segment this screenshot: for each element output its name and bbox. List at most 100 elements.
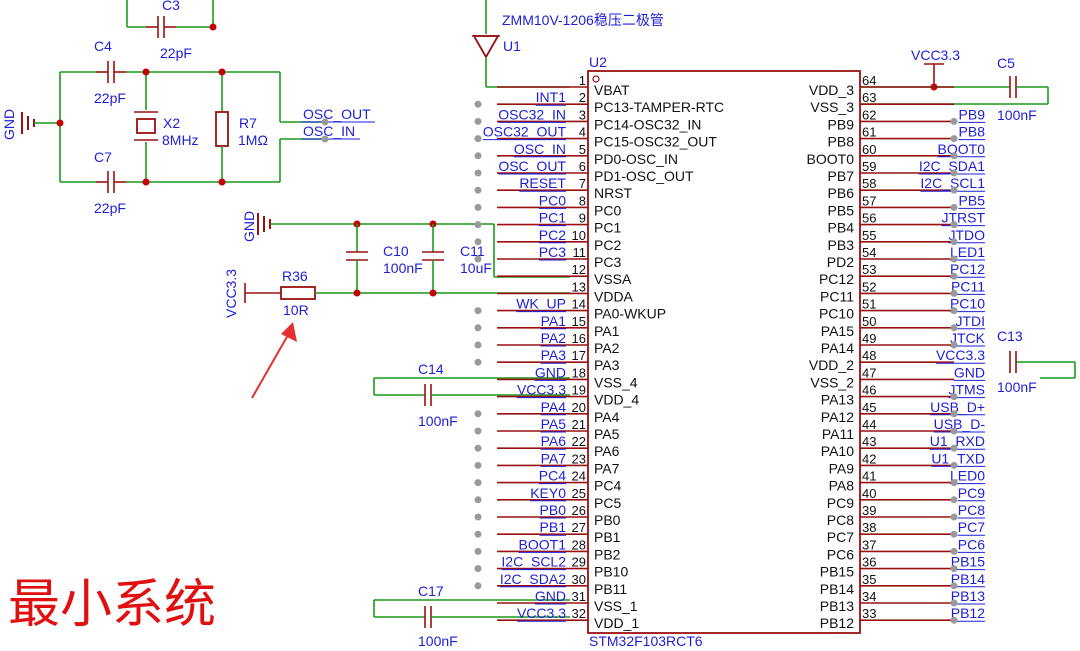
pin-number-left-13: 13 <box>572 279 586 294</box>
pin-name-left-21: PA5 <box>594 426 620 442</box>
pin-name-left-18: VSS_4 <box>594 374 638 390</box>
pin-number-left-2: 2 <box>579 90 586 105</box>
net-label-right-37: PC6 <box>958 536 985 552</box>
pin-number-left-3: 3 <box>579 107 586 122</box>
net-endpoint-left-26 <box>474 513 482 521</box>
pin-name-right-60: BOOT0 <box>807 151 855 167</box>
pin-name-right-64: VDD_3 <box>809 82 854 98</box>
pin-number-left-26: 26 <box>572 503 586 518</box>
c17-value: 100nF <box>418 633 458 649</box>
pin-number-right-59: 59 <box>862 159 876 174</box>
pin-name-right-36: PB15 <box>820 564 854 580</box>
pin-number-right-36: 36 <box>862 555 876 570</box>
pin-name-left-19: VDD_4 <box>594 392 639 408</box>
net-label-right-50: JTDI <box>955 313 985 329</box>
net-label-left-15: PA1 <box>541 313 567 329</box>
c10-ref: C10 <box>383 243 409 259</box>
pin-name-left-26: PB0 <box>594 512 621 528</box>
pin-name-left-22: PA6 <box>594 443 620 459</box>
c7-value: 22pF <box>94 200 126 216</box>
pin-name-right-43: PA10 <box>821 443 854 459</box>
c11-value: 10uF <box>460 260 492 276</box>
pin-number-right-51: 51 <box>862 297 876 312</box>
c5-value: 100nF <box>997 107 1037 123</box>
pin-name-left-13: VDDA <box>594 288 634 304</box>
pin-number-left-21: 21 <box>572 417 586 432</box>
net-endpoint-right-40 <box>950 496 958 504</box>
net-endpoint-right-38 <box>950 530 958 538</box>
net-label-right-56: JTRST <box>941 210 985 226</box>
pin-name-right-39: PC8 <box>827 512 854 528</box>
net-endpoint-left-6 <box>474 169 482 177</box>
net-endpoint-left-5 <box>474 152 482 160</box>
pin-number-left-30: 30 <box>572 572 586 587</box>
net-endpoint-left-21 <box>474 427 482 435</box>
net-label-right-61: PB8 <box>959 124 986 140</box>
net-label-left-24: PC4 <box>539 468 566 484</box>
net-label-left-22: PA6 <box>541 433 567 449</box>
pin-number-right-34: 34 <box>862 589 876 604</box>
vcc-label-top: VCC3.3 <box>911 47 960 63</box>
pin-number-left-25: 25 <box>572 486 586 501</box>
pin-number-left-23: 23 <box>572 451 586 466</box>
c3-ref: C3 <box>162 0 180 13</box>
net-label-left-30: I2C_SDA2 <box>500 571 566 587</box>
pin-name-right-42: PA9 <box>829 460 855 476</box>
net-label-left-19: VCC3.3 <box>517 382 566 398</box>
pin-name-left-25: PC5 <box>594 495 621 511</box>
pin-name-left-4: PC15-OSC32_OUT <box>594 134 717 150</box>
c13-value: 100nF <box>997 379 1037 395</box>
net-endpoint-left-22 <box>474 444 482 452</box>
zener-note: ZMM10V-1206稳压二极管 <box>502 12 664 28</box>
pin-number-right-43: 43 <box>862 434 876 449</box>
pin-number-right-37: 37 <box>862 537 876 552</box>
pin-name-left-27: PB1 <box>594 529 621 545</box>
net-label-left-4: OSC32_OUT <box>483 124 567 140</box>
vcc-label-r36: VCC3.3 <box>223 269 239 318</box>
pin-number-left-29: 29 <box>572 555 586 570</box>
pin-number-left-27: 27 <box>572 520 586 535</box>
net-label-left-28: BOOT1 <box>519 536 567 552</box>
pin-name-right-49: PA14 <box>821 340 854 356</box>
pin-name-left-1: VBAT <box>594 82 630 98</box>
chip-pins: 1 VBAT 2 PC13-TAMPER-RTC INT1 3 PC14-OSC32_IN O… <box>474 73 986 631</box>
net-endpoint-left-9 <box>474 221 482 229</box>
pin-name-right-46: PA13 <box>821 392 854 408</box>
pin-number-right-47: 47 <box>862 365 876 380</box>
x2-ref: X2 <box>163 115 180 131</box>
pin-name-left-31: VSS_1 <box>594 598 638 614</box>
pin-name-left-5: PD0-OSC_IN <box>594 151 678 167</box>
pin-number-right-62: 62 <box>862 107 876 122</box>
pin-number-right-50: 50 <box>862 314 876 329</box>
pin-number-right-57: 57 <box>862 193 876 208</box>
net-label-left-21: PA5 <box>541 416 567 432</box>
pin-number-right-52: 52 <box>862 279 876 294</box>
pin-number-right-41: 41 <box>862 469 876 484</box>
pin-name-right-59: PB7 <box>828 168 855 184</box>
net-label-left-29: I2C_SCL2 <box>501 554 566 570</box>
net-label-left-8: PC0 <box>539 192 566 208</box>
net-label-left-14: WK_UP <box>516 296 566 312</box>
pin-number-right-48: 48 <box>862 348 876 363</box>
pin-number-left-9: 9 <box>579 211 586 226</box>
pin-name-left-17: PA3 <box>594 357 620 373</box>
pin-name-right-48: VDD_2 <box>809 357 854 373</box>
pin-number-left-24: 24 <box>572 469 586 484</box>
pin-number-left-28: 28 <box>572 537 586 552</box>
pin-number-left-5: 5 <box>579 142 586 157</box>
pin-number-left-8: 8 <box>579 193 586 208</box>
pin-number-left-17: 17 <box>572 348 586 363</box>
net-label-right-43: U1_RXD <box>930 433 985 449</box>
c4-ref: C4 <box>94 38 112 54</box>
pin-name-left-11: PC3 <box>594 254 621 270</box>
pin-name-left-8: PC0 <box>594 202 621 218</box>
net-label-left-17: PA3 <box>541 347 567 363</box>
net-label-left-10: PC2 <box>539 227 566 243</box>
r36-ref: R36 <box>282 268 308 284</box>
pin-number-right-45: 45 <box>862 400 876 415</box>
net-endpoint-right-41 <box>950 479 958 487</box>
net-label-left-6: OSC_OUT <box>498 158 566 174</box>
chip-designator: U2 <box>589 54 607 70</box>
pin-number-right-49: 49 <box>862 331 876 346</box>
pin-number-left-19: 19 <box>572 383 586 398</box>
